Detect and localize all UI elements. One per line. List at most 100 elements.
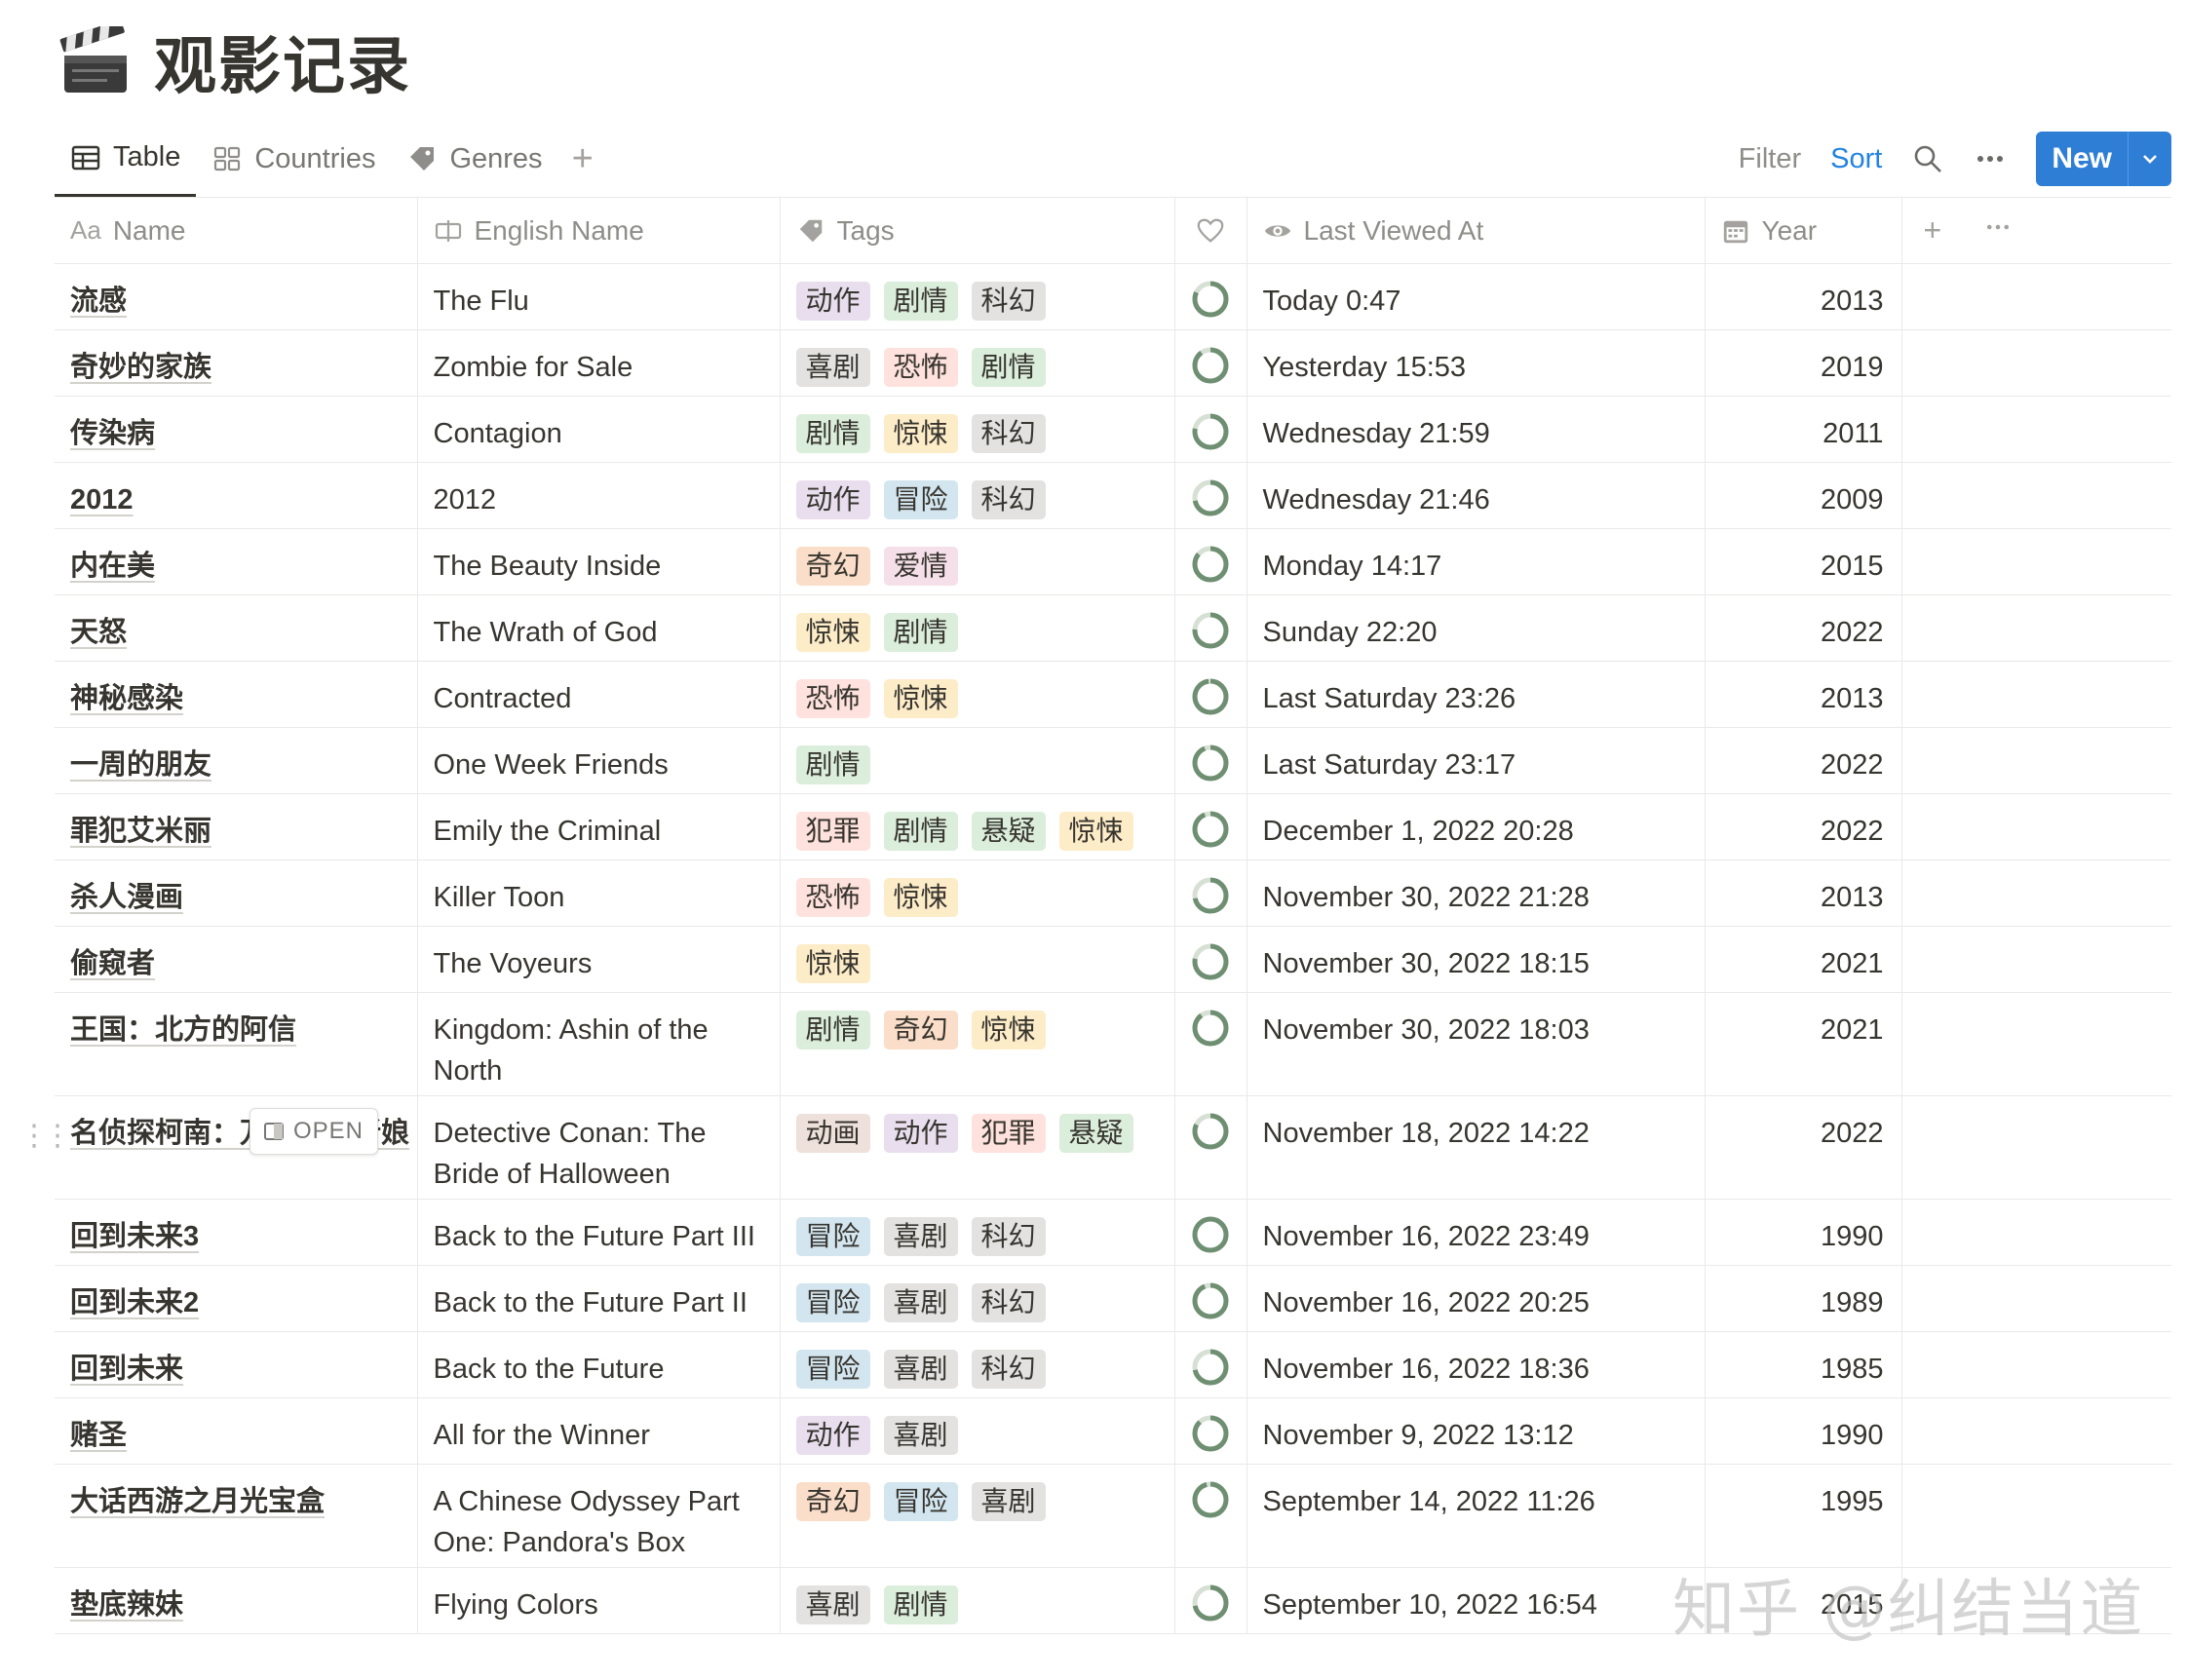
cell-year[interactable]: 2022 (1705, 727, 1902, 794)
cell-favorite[interactable] (1174, 1095, 1247, 1200)
cell-favorite[interactable] (1174, 1397, 1247, 1465)
new-button[interactable]: New (2036, 132, 2171, 186)
cell-name[interactable]: 杀人漫画 (55, 859, 418, 927)
cell-last-viewed[interactable]: September 14, 2022 11:26 (1247, 1464, 1706, 1568)
add-column-plus-icon[interactable]: + (1924, 212, 1942, 248)
more-options-button[interactable] (1974, 142, 2007, 175)
open-row-button[interactable]: OPEN (249, 1108, 379, 1155)
cell-last-viewed[interactable]: November 30, 2022 18:03 (1247, 992, 1706, 1096)
cell-year[interactable]: 2013 (1705, 859, 1902, 927)
cell-favorite[interactable] (1174, 594, 1247, 662)
cell-tags[interactable]: 恐怖 惊悚 (780, 661, 1175, 728)
cell-tags[interactable]: 动作 冒险 科幻 (780, 462, 1175, 529)
cell-name[interactable]: 回到未来2 (55, 1265, 418, 1332)
cell-english-name[interactable]: The Beauty Inside (417, 528, 781, 595)
cell-last-viewed[interactable]: November 16, 2022 20:25 (1247, 1265, 1706, 1332)
cell-tags[interactable]: 冒险 喜剧 科幻 (780, 1265, 1175, 1332)
row-name[interactable]: 回到未来3 (55, 1200, 417, 1257)
cell-last-viewed[interactable]: Monday 14:17 (1247, 528, 1706, 595)
cell-english-name[interactable]: Back to the Future Part III (417, 1199, 781, 1266)
cell-year[interactable]: 2021 (1705, 926, 1902, 993)
cell-name[interactable]: 天怒 (55, 594, 418, 662)
cell-year[interactable]: 2011 (1705, 396, 1902, 463)
cell-name[interactable]: 王国：北方的阿信 (55, 992, 418, 1096)
column-header-english-name[interactable]: English Name (417, 197, 781, 264)
cell-name[interactable]: 2012 (55, 462, 418, 529)
cell-english-name[interactable]: Flying Colors (417, 1567, 781, 1634)
cell-name[interactable]: 内在美 (55, 528, 418, 595)
row-name[interactable]: 一周的朋友 (55, 728, 417, 785)
column-more-icon[interactable] (1984, 212, 2012, 248)
cell-english-name[interactable]: Emily the Criminal (417, 793, 781, 860)
cell-year[interactable]: 2022 (1705, 594, 1902, 662)
table-row[interactable]: 内在美 The Beauty Inside 奇幻 爱情 Monday 14:17 2015 (55, 528, 2171, 595)
filter-button[interactable]: Filter (1739, 143, 1801, 175)
table-row[interactable]: 赌圣 All for the Winner 动作 喜剧 November 9, 2022… (55, 1397, 2171, 1465)
cell-favorite[interactable] (1174, 793, 1247, 860)
cell-tags[interactable]: 冒险 喜剧 科幻 (780, 1199, 1175, 1266)
cell-english-name[interactable]: Contagion (417, 396, 781, 463)
cell-english-name[interactable]: Back to the Future (417, 1331, 781, 1398)
cell-last-viewed[interactable]: November 30, 2022 18:15 (1247, 926, 1706, 993)
table-row[interactable]: 偷窥者 The Voyeurs 惊悚 November 30, 2022 18:15 2… (55, 926, 2171, 993)
cell-year[interactable]: 2015 (1705, 528, 1902, 595)
cell-name[interactable]: 大话西游之月光宝盒 (55, 1464, 418, 1568)
table-row[interactable]: 回到未来2 Back to the Future Part II 冒险 喜剧 科幻 Nov… (55, 1265, 2171, 1332)
row-name[interactable]: 王国：北方的阿信 (55, 993, 417, 1050)
table-row[interactable]: 大话西游之月光宝盒 A Chinese Odyssey Part One: Pand… (55, 1464, 2171, 1568)
row-name[interactable]: 流感 (55, 264, 417, 322)
cell-year[interactable]: 1995 (1705, 1464, 1902, 1568)
cell-english-name[interactable]: The Wrath of God (417, 594, 781, 662)
row-name[interactable]: 赌圣 (55, 1398, 417, 1456)
cell-last-viewed[interactable]: Wednesday 21:59 (1247, 396, 1706, 463)
cell-favorite[interactable] (1174, 396, 1247, 463)
cell-last-viewed[interactable]: December 1, 2022 20:28 (1247, 793, 1706, 860)
cell-last-viewed[interactable]: Yesterday 15:53 (1247, 329, 1706, 397)
row-name[interactable]: 奇妙的家族 (55, 330, 417, 388)
cell-last-viewed[interactable]: Last Saturday 23:26 (1247, 661, 1706, 728)
cell-tags[interactable]: 惊悚 (780, 926, 1175, 993)
table-row[interactable]: 奇妙的家族 Zombie for Sale 喜剧 恐怖 剧情 Yesterday 15:5… (55, 329, 2171, 397)
cell-favorite[interactable] (1174, 329, 1247, 397)
cell-name[interactable]: 赌圣 (55, 1397, 418, 1465)
table-row[interactable]: 名侦探柯南：万圣节的新娘 OPEN Detective Conan: The Brid… (55, 1095, 2171, 1200)
cell-tags[interactable]: 喜剧 剧情 (780, 1567, 1175, 1634)
table-row[interactable]: 神秘感染 Contracted 恐怖 惊悚 Last Saturday 23:26 201… (55, 661, 2171, 728)
cell-last-viewed[interactable]: November 30, 2022 21:28 (1247, 859, 1706, 927)
cell-name[interactable]: 回到未来3 (55, 1199, 418, 1266)
cell-tags[interactable]: 喜剧 恐怖 剧情 (780, 329, 1175, 397)
cell-english-name[interactable]: Killer Toon (417, 859, 781, 927)
table-row[interactable]: 一周的朋友 One Week Friends 剧情 Last Saturday 23:… (55, 727, 2171, 794)
cell-name[interactable]: 传染病 (55, 396, 418, 463)
cell-tags[interactable]: 动作 剧情 科幻 (780, 263, 1175, 330)
row-name[interactable]: 传染病 (55, 397, 417, 454)
cell-english-name[interactable]: Detective Conan: The Bride of Halloween (417, 1095, 781, 1200)
cell-year[interactable]: 2019 (1705, 329, 1902, 397)
row-name[interactable]: 2012 (55, 463, 417, 520)
cell-favorite[interactable] (1174, 462, 1247, 529)
add-view-button[interactable]: + (558, 138, 607, 180)
cell-year[interactable]: 2022 (1705, 793, 1902, 860)
cell-tags[interactable]: 剧情 惊悚 科幻 (780, 396, 1175, 463)
cell-year[interactable]: 2021 (1705, 992, 1902, 1096)
column-header-last-viewed[interactable]: Last Viewed At (1247, 197, 1706, 264)
cell-last-viewed[interactable]: September 10, 2022 16:54 (1247, 1567, 1706, 1634)
cell-name[interactable]: 流感 (55, 263, 418, 330)
cell-tags[interactable]: 犯罪 剧情 悬疑 惊悚 (780, 793, 1175, 860)
row-name[interactable]: 天怒 (55, 595, 417, 653)
table-row[interactable]: 回到未来 Back to the Future 冒险 喜剧 科幻 November 16,… (55, 1331, 2171, 1398)
cell-tags[interactable]: 冒险 喜剧 科幻 (780, 1331, 1175, 1398)
sort-button[interactable]: Sort (1830, 143, 1882, 175)
row-drag-handle-icon[interactable]: ⋮⋮ (19, 1119, 72, 1153)
tab-genres[interactable]: Genres (391, 121, 557, 197)
cell-favorite[interactable] (1174, 1265, 1247, 1332)
cell-name[interactable]: 神秘感染 (55, 661, 418, 728)
cell-english-name[interactable]: Back to the Future Part II (417, 1265, 781, 1332)
cell-favorite[interactable] (1174, 1199, 1247, 1266)
cell-tags[interactable]: 剧情 奇幻 惊悚 (780, 992, 1175, 1096)
cell-favorite[interactable] (1174, 263, 1247, 330)
column-header-name[interactable]: Aa Name (55, 197, 418, 264)
cell-favorite[interactable] (1174, 727, 1247, 794)
cell-english-name[interactable]: The Flu (417, 263, 781, 330)
row-name[interactable]: 内在美 (55, 529, 417, 587)
